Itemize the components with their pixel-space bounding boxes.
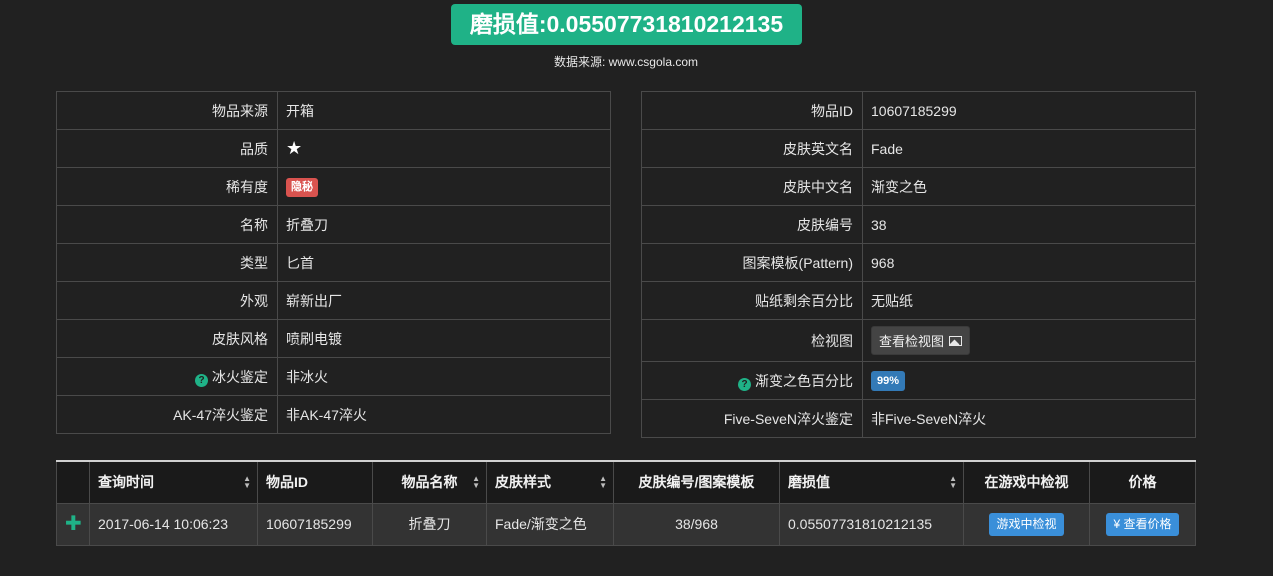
info-row-fiveseven: Five-SeveN淬火鉴定 非Five-SeveN淬火 <box>641 399 1196 438</box>
info-row-origin: 物品来源 开箱 <box>56 91 611 130</box>
cell-time: 2017-06-14 10:06:23 <box>89 502 258 546</box>
column-header-skin-style[interactable]: 皮肤样式 ▲ ▼ <box>486 460 614 504</box>
sort-icon[interactable]: ▲ ▼ <box>949 475 957 490</box>
question-circle-icon[interactable]: ? <box>195 373 208 387</box>
item-info-table-left: 物品来源 开箱 品质 ★ 稀有度 隐秘 名称 折叠刀 类型 匕首 外观 崭新出厂… <box>56 91 611 434</box>
column-header-inspect: 在游戏中检视 <box>963 460 1090 504</box>
info-row-sticker: 贴纸剩余百分比 无贴纸 <box>641 281 1196 320</box>
name-label: 名称 <box>56 205 278 244</box>
style-value: 喷刷电镀 <box>277 319 611 358</box>
wear-value-title: 磨损值:0.05507731810212135 <box>451 4 802 45</box>
ak47-label: AK-47淬火鉴定 <box>56 395 278 434</box>
info-row-quality: 品质 ★ <box>56 129 611 168</box>
view-price-button[interactable]: ¥ 查看价格 <box>1106 512 1179 536</box>
skin-no-label: 皮肤编号 <box>641 205 863 244</box>
info-row-exterior: 外观 崭新出厂 <box>56 281 611 320</box>
picture-icon <box>949 335 963 346</box>
fade-pct-value-cell: 99% <box>862 361 1196 400</box>
cell-wear: 0.05507731810212135 <box>779 502 964 546</box>
skin-en-label: 皮肤英文名 <box>641 129 863 168</box>
expand-column-header <box>56 460 90 504</box>
cell-item-id: 10607185299 <box>257 502 373 546</box>
type-value: 匕首 <box>277 243 611 282</box>
origin-value: 开箱 <box>277 91 611 130</box>
info-row-skin-cn: 皮肤中文名 渐变之色 <box>641 167 1196 206</box>
rarity-label: 稀有度 <box>56 167 278 206</box>
cell-item-name: 折叠刀 <box>372 502 487 546</box>
info-row-fade-pct: ? 渐变之色百分比 99% <box>641 361 1196 400</box>
name-value: 折叠刀 <box>277 205 611 244</box>
exterior-label: 外观 <box>56 281 278 320</box>
data-source-label: 数据来源: <box>553 55 609 69</box>
info-row-inspect-image: 检视图 查看检视图 <box>641 319 1196 362</box>
view-inspect-image-label: 查看检视图 <box>879 334 945 349</box>
item-info-table-right: 物品ID 10607185299 皮肤英文名 Fade 皮肤中文名 渐变之色 皮… <box>641 91 1196 438</box>
info-row-style: 皮肤风格 喷刷电镀 <box>56 319 611 358</box>
column-header-item-name[interactable]: 物品名称 ▲ ▼ <box>372 460 487 504</box>
info-row-type: 类型 匕首 <box>56 243 611 282</box>
skin-en-value: Fade <box>862 129 1196 168</box>
ak47-value: 非AK-47淬火 <box>277 395 611 434</box>
fade-pct-label-cell: ? 渐变之色百分比 <box>641 361 863 400</box>
results-header-row: 查询时间 ▲ ▼ 物品ID 物品名称 ▲ ▼ 皮肤样式 ▲ ▼ 皮肤编号/图案模板 磨损值 ▲… <box>56 460 1196 504</box>
pattern-label: 图案模板(Pattern) <box>641 243 863 282</box>
info-row-skin-no: 皮肤编号 38 <box>641 205 1196 244</box>
info-row-pattern: 图案模板(Pattern) 968 <box>641 243 1196 282</box>
skin-cn-label: 皮肤中文名 <box>641 167 863 206</box>
question-circle-icon[interactable]: ? <box>738 377 751 391</box>
cell-skin-pattern: 38/968 <box>613 502 780 546</box>
skin-cn-value: 渐变之色 <box>862 167 1196 206</box>
fiveseven-label: Five-SeveN淬火鉴定 <box>641 399 863 438</box>
column-header-time[interactable]: 查询时间 ▲ ▼ <box>89 460 258 504</box>
fade-pct-label: 渐变之色百分比 <box>755 372 853 389</box>
quality-value: ★ <box>277 129 611 168</box>
sort-icon[interactable]: ▲ ▼ <box>243 475 251 490</box>
style-label: 皮肤风格 <box>56 319 278 358</box>
info-row-skin-en: 皮肤英文名 Fade <box>641 129 1196 168</box>
fire-ice-label-cell: ? 冰火鉴定 <box>56 357 278 396</box>
type-label: 类型 <box>56 243 278 282</box>
inspect-image-label: 检视图 <box>641 319 863 362</box>
data-source-link[interactable]: www.csgola.com <box>609 55 698 69</box>
inspect-in-game-button[interactable]: 游戏中检视 <box>989 512 1064 536</box>
fiveseven-value: 非Five-SeveN淬火 <box>862 399 1196 438</box>
column-header-skin-pattern[interactable]: 皮肤编号/图案模板 <box>613 460 780 504</box>
sort-icon[interactable]: ▲ ▼ <box>599 475 607 490</box>
info-row-rarity: 稀有度 隐秘 <box>56 167 611 206</box>
item-id-value: 10607185299 <box>862 91 1196 130</box>
rarity-badge: 隐秘 <box>286 177 318 197</box>
inspect-image-cell: 查看检视图 <box>862 319 1196 362</box>
cell-skin-style: Fade/渐变之色 <box>486 502 614 546</box>
item-id-label: 物品ID <box>641 91 863 130</box>
sticker-value: 无贴纸 <box>862 281 1196 320</box>
origin-label: 物品来源 <box>56 91 278 130</box>
column-header-price: 价格 <box>1089 460 1196 504</box>
star-icon: ★ <box>286 138 303 158</box>
table-row: ✚ 2017-06-14 10:06:23 10607185299 折叠刀 Fa… <box>56 502 1196 546</box>
cell-price: ¥ 查看价格 <box>1089 502 1196 546</box>
pattern-value: 968 <box>862 243 1196 282</box>
data-source-line: 数据来源: www.csgola.com <box>426 53 826 70</box>
results-table: 查询时间 ▲ ▼ 物品ID 物品名称 ▲ ▼ 皮肤样式 ▲ ▼ 皮肤编号/图案模板 磨损值 ▲… <box>56 460 1196 546</box>
sticker-label: 贴纸剩余百分比 <box>641 281 863 320</box>
rarity-value: 隐秘 <box>277 167 611 206</box>
quality-label: 品质 <box>56 129 278 168</box>
plus-icon[interactable]: ✚ <box>65 513 82 535</box>
sort-icon[interactable]: ▲ ▼ <box>472 475 480 490</box>
fire-ice-value: 非冰火 <box>277 357 611 396</box>
info-row-fire-ice: ? 冰火鉴定 非冰火 <box>56 357 611 396</box>
skin-no-value: 38 <box>862 205 1196 244</box>
cell-inspect: 游戏中检视 <box>963 502 1090 546</box>
view-inspect-image-button[interactable]: 查看检视图 <box>871 326 971 355</box>
column-header-item-id[interactable]: 物品ID <box>257 460 373 504</box>
fire-ice-label: 冰火鉴定 <box>212 368 268 385</box>
expand-cell: ✚ <box>56 502 90 546</box>
column-header-wear[interactable]: 磨损值 ▲ ▼ <box>779 460 964 504</box>
info-row-name: 名称 折叠刀 <box>56 205 611 244</box>
fade-pct-badge: 99% <box>871 370 906 391</box>
info-row-item-id: 物品ID 10607185299 <box>641 91 1196 130</box>
info-row-ak47: AK-47淬火鉴定 非AK-47淬火 <box>56 395 611 434</box>
exterior-value: 崭新出厂 <box>277 281 611 320</box>
